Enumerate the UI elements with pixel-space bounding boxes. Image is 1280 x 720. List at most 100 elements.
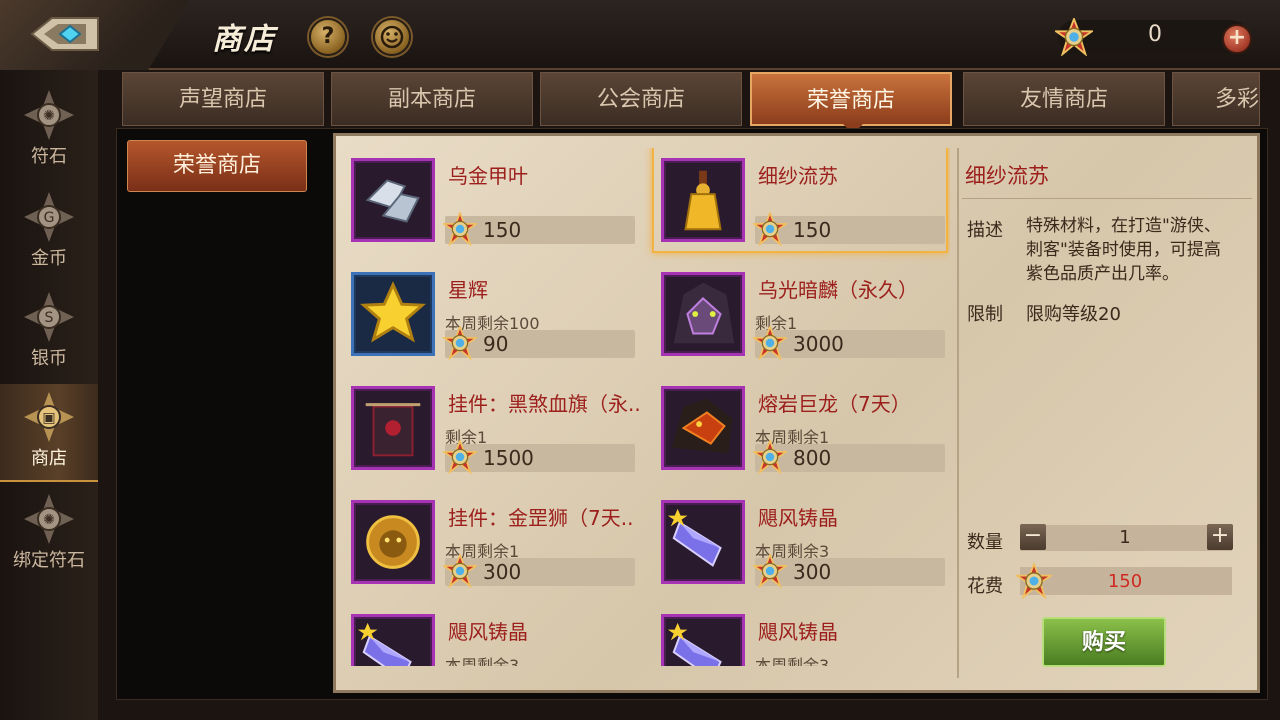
- rune-emblem-icon: ✺: [24, 90, 74, 140]
- item-price: 150: [793, 218, 832, 242]
- sidebar-item-label: 符石: [31, 146, 67, 167]
- shop-item[interactable]: 乌金甲叶 150: [345, 148, 641, 258]
- plus-icon[interactable]: +: [1222, 24, 1252, 54]
- shop-item[interactable]: 细纱流苏 150: [652, 148, 950, 258]
- gold-coin-emblem-icon: G: [24, 192, 74, 242]
- shop-item[interactable]: 挂件：金罡狮（7天.. 本周剩余1 300: [345, 490, 641, 600]
- item-name: 乌金甲叶: [448, 164, 528, 188]
- sidebar-item-0[interactable]: ✺ 符石: [0, 82, 98, 178]
- honor-medal-icon: [1016, 563, 1052, 599]
- svg-text:S: S: [45, 310, 54, 326]
- quantity-plus-button[interactable]: +: [1207, 524, 1233, 550]
- honor-medal-icon: [1055, 18, 1093, 56]
- svg-text:▣: ▣: [42, 410, 55, 426]
- purple-crystal-icon: [661, 614, 745, 666]
- honor-medal-icon: [443, 326, 477, 360]
- honor-medal-icon: [443, 554, 477, 588]
- currency-value: 0: [1148, 22, 1162, 47]
- lava-dragon-icon: [661, 386, 745, 470]
- shop-item[interactable]: 熔岩巨龙（7天） 本周剩余1 800: [655, 376, 950, 486]
- item-price: 150: [483, 218, 522, 242]
- item-price: 300: [793, 560, 832, 584]
- cost-value: 150: [1107, 571, 1143, 592]
- tab-2[interactable]: 公会商店: [540, 72, 742, 126]
- quantity-label: 数量: [967, 532, 1003, 553]
- detail-item-name: 细纱流苏: [965, 164, 1049, 188]
- tab-0[interactable]: 声望商店: [122, 72, 324, 126]
- blood-banner-icon: [351, 386, 435, 470]
- tab-label: 多彩: [1214, 87, 1259, 112]
- quantity-value: 1: [1119, 527, 1131, 548]
- golden-lion-icon: [351, 500, 435, 584]
- honor-medal-icon: [443, 440, 477, 474]
- tab-3[interactable]: 荣誉商店: [750, 72, 952, 134]
- item-list[interactable]: 乌金甲叶 150 细纱流苏 150 星辉 本周剩余100 90 乌光暗麟（永久） 剩余1 3000…: [345, 148, 950, 666]
- description-label: 描述: [967, 220, 1003, 241]
- silver-coin-emblem-icon: S: [24, 292, 74, 342]
- limit-label: 限制: [967, 304, 1003, 325]
- item-name: 细纱流苏: [758, 164, 838, 188]
- sidebar-item-3[interactable]: ▣ 商店: [0, 384, 98, 482]
- item-name: 飓风铸晶: [758, 620, 838, 644]
- limit-text: 限购等级20: [1026, 304, 1121, 325]
- shop-item[interactable]: 乌光暗麟（永久） 剩余1 3000: [655, 262, 950, 372]
- sidebar-item-4[interactable]: ✺ 绑定符石: [0, 486, 98, 582]
- diamond-arrow-icon: [30, 17, 99, 51]
- sidebar-item-label: 商店: [31, 448, 67, 469]
- honor-medal-icon: [753, 212, 787, 246]
- divider: [957, 148, 959, 678]
- svg-text:✺: ✺: [43, 108, 55, 124]
- item-price: 300: [483, 560, 522, 584]
- tab-label: 声望商店: [178, 87, 267, 112]
- shop-item[interactable]: 飓风铸晶本周剩余3: [655, 604, 950, 666]
- tab-label: 副本商店: [387, 87, 476, 112]
- shop-item[interactable]: 飓风铸晶本周剩余3: [345, 604, 641, 666]
- page-title: 商店: [212, 22, 276, 57]
- subtab-honor-shop[interactable]: 荣誉商店: [127, 140, 307, 192]
- shop-item[interactable]: 星辉 本周剩余100 90: [345, 262, 641, 372]
- tab-5[interactable]: 多彩: [1172, 72, 1260, 126]
- honor-medal-icon: [443, 212, 477, 246]
- smiley-icon[interactable]: [373, 18, 411, 56]
- svg-text:✺: ✺: [43, 512, 55, 528]
- buy-button[interactable]: 购买: [1042, 617, 1166, 667]
- dark-qilin-icon: [661, 272, 745, 356]
- item-name: 飓风铸晶: [448, 620, 528, 644]
- item-name: 挂件：黑煞血旗（永..: [448, 392, 641, 416]
- item-name: 熔岩巨龙（7天）: [758, 392, 911, 416]
- purple-crystal-icon: [351, 614, 435, 666]
- shop-item[interactable]: 飓风铸晶 本周剩余3 300: [655, 490, 950, 600]
- shop-item[interactable]: 挂件：黑煞血旗（永.. 剩余1 1500: [345, 376, 641, 486]
- item-name: 乌光暗麟（永久）: [758, 278, 918, 302]
- item-name: 星辉: [448, 278, 488, 302]
- smiley-face-glyph: [380, 25, 404, 49]
- tassel-icon: [661, 158, 745, 242]
- svg-text:G: G: [44, 210, 55, 226]
- sidebar-item-label: 绑定符石: [13, 550, 85, 571]
- honor-medal-icon: [753, 326, 787, 360]
- detail-separator: [962, 198, 1252, 199]
- tab-1[interactable]: 副本商店: [331, 72, 533, 126]
- item-stock: 本周剩余3: [755, 656, 830, 666]
- item-price: 90: [483, 332, 509, 356]
- item-stock: 本周剩余3: [445, 656, 520, 666]
- honor-medal-icon: [753, 554, 787, 588]
- item-price: 3000: [793, 332, 844, 356]
- quantity-minus-button[interactable]: −: [1020, 524, 1046, 550]
- bound-rune-emblem-icon: ✺: [24, 494, 74, 544]
- cost-label: 花费: [967, 576, 1003, 597]
- tab-label: 公会商店: [596, 87, 685, 112]
- item-name: 挂件：金罡狮（7天..: [448, 506, 634, 530]
- sidebar-item-1[interactable]: G 金币: [0, 184, 98, 280]
- item-name: 飓风铸晶: [758, 506, 838, 530]
- question-icon[interactable]: ?: [309, 18, 347, 56]
- tab-4[interactable]: 友情商店: [963, 72, 1165, 126]
- sidebar-item-label: 金币: [31, 248, 67, 269]
- treasure-chest-icon: ▣: [24, 392, 74, 442]
- honor-medal-icon: [753, 440, 787, 474]
- sidebar-item-label: 银币: [31, 348, 67, 369]
- sidebar-item-2[interactable]: S 银币: [0, 284, 98, 380]
- description-text: 特殊材料，在打造"游侠、刺客"装备时使用，可提高紫色品质产出几率。: [1026, 216, 1221, 284]
- item-price: 800: [793, 446, 832, 470]
- star-icon: [351, 272, 435, 356]
